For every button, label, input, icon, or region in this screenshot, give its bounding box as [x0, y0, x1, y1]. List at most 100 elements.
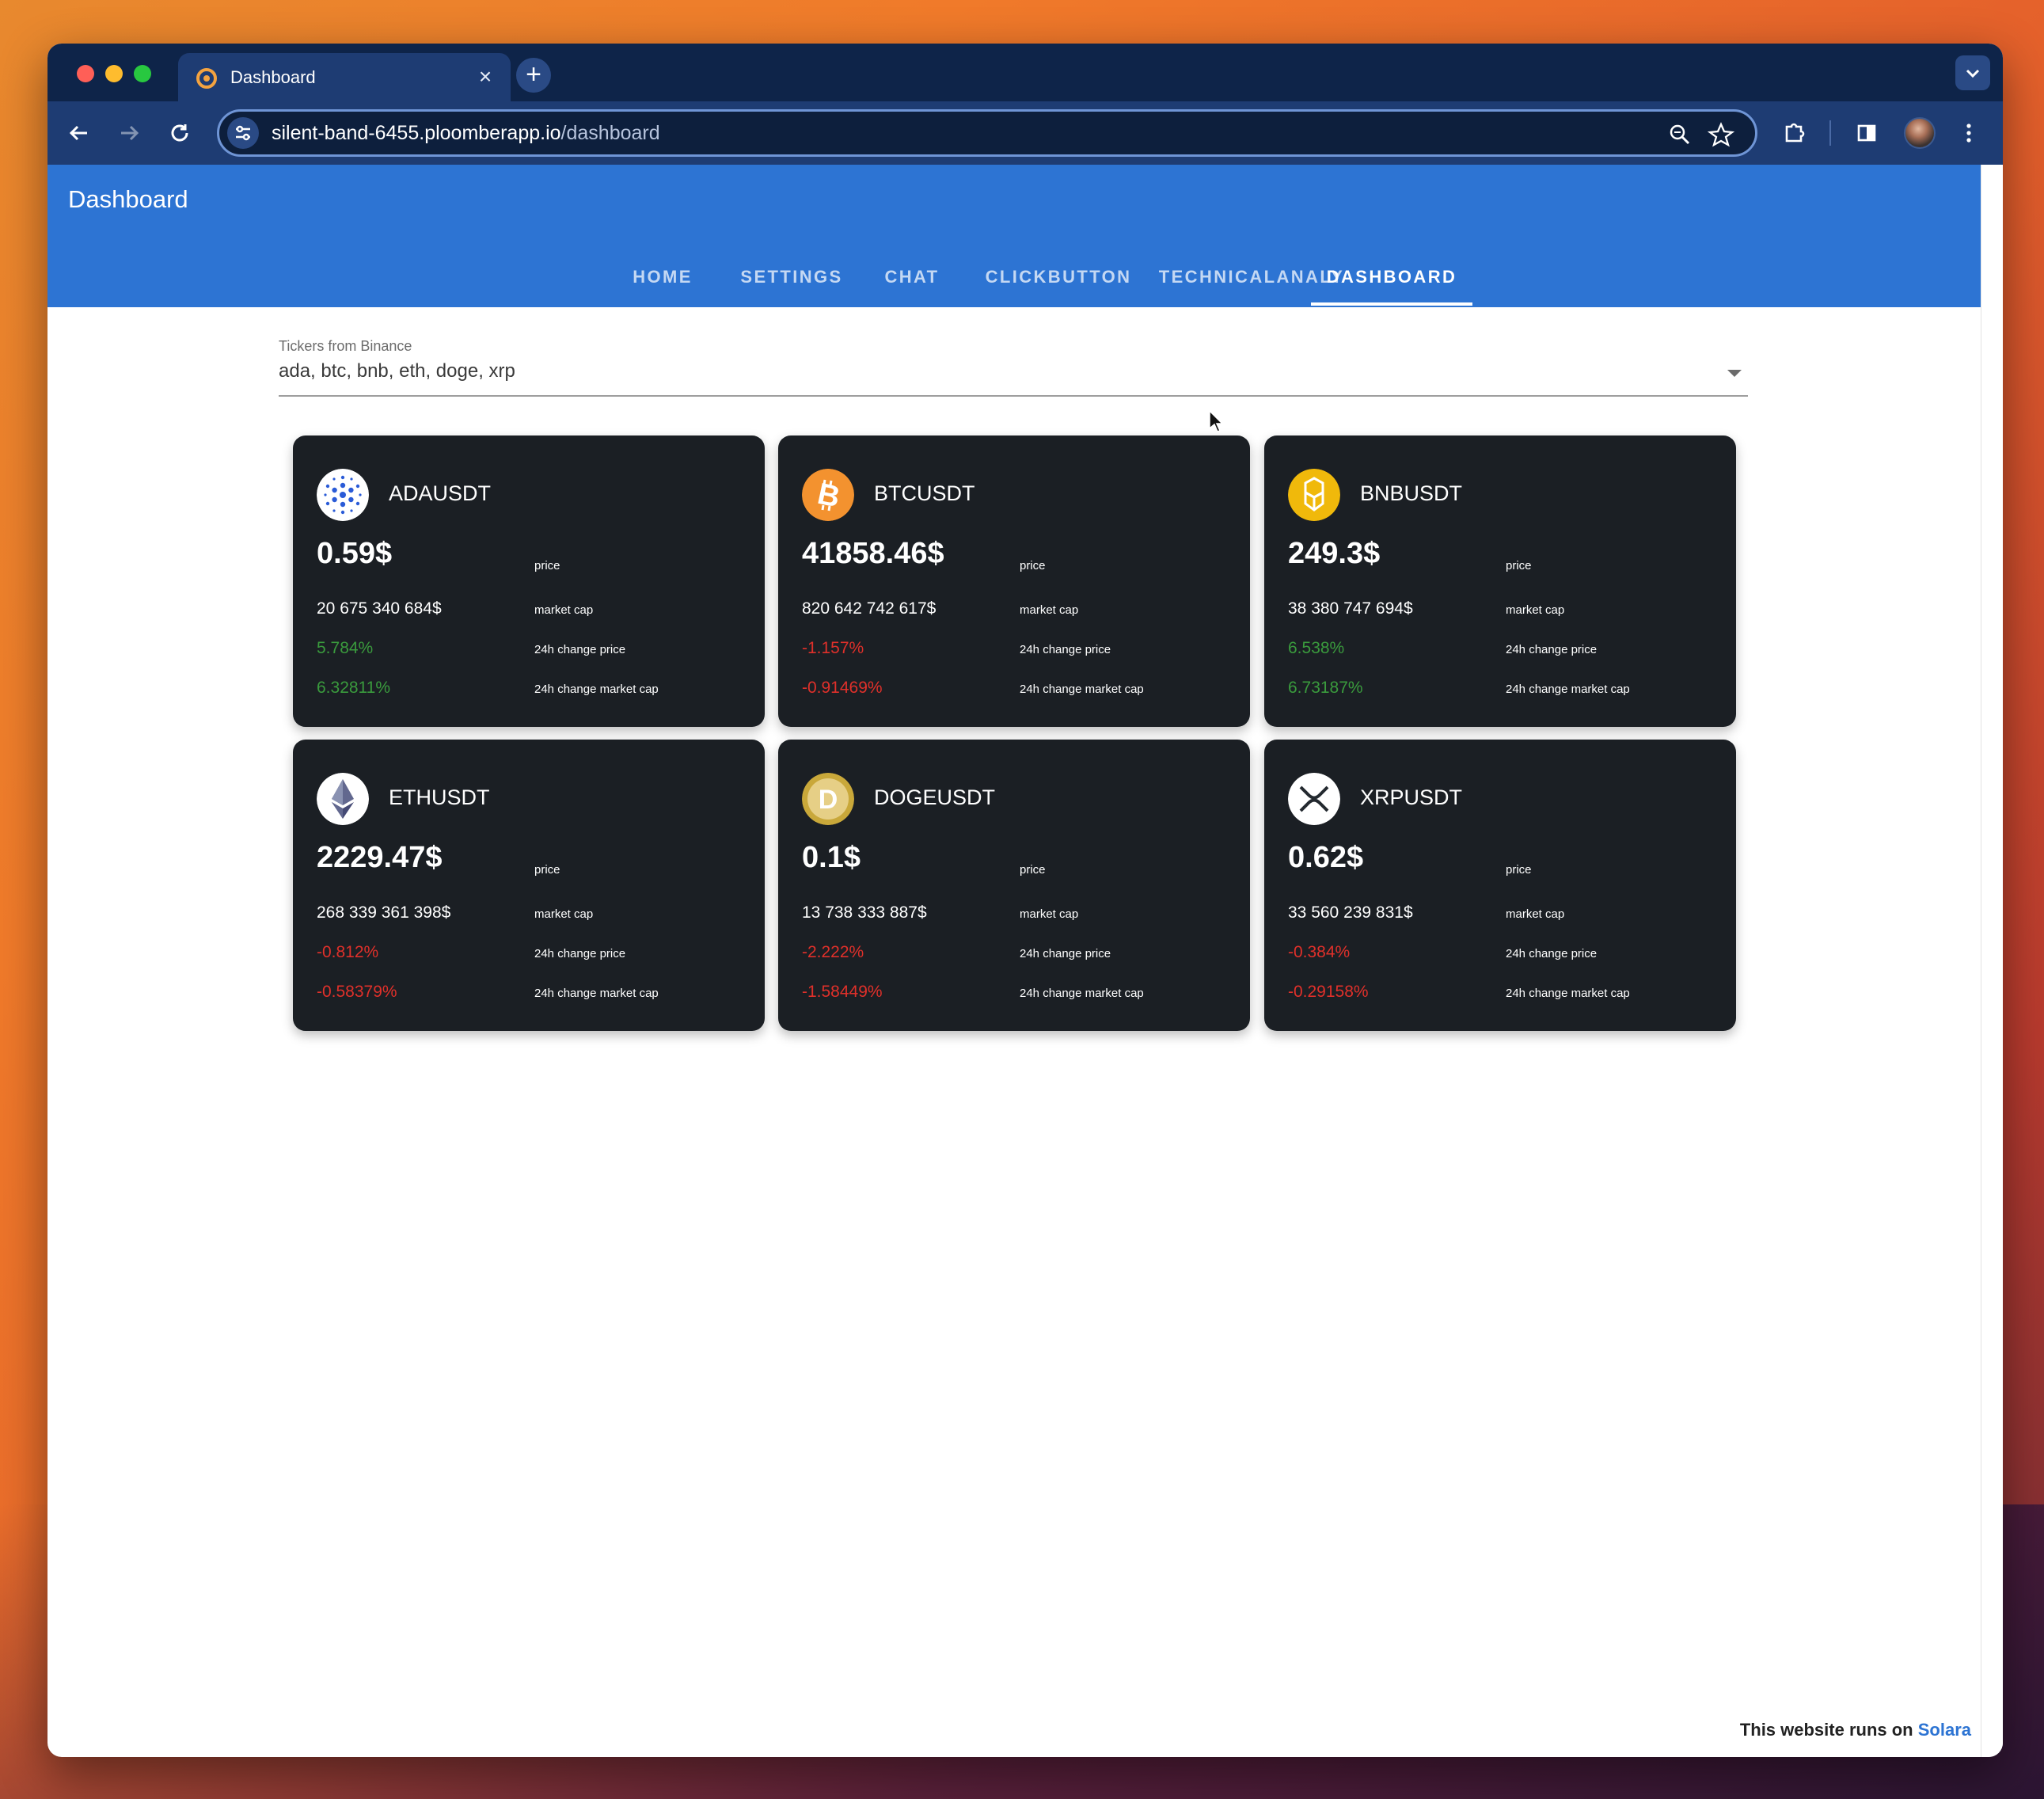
back-arrow-icon[interactable] — [62, 116, 97, 150]
address-bar[interactable]: silent-band-6455.ploomberapp.io/dashboar… — [217, 109, 1757, 157]
change-market-cap-label: 24h change market cap — [534, 987, 659, 1000]
change-price-label: 24h change price — [1020, 643, 1111, 656]
change-market-cap-value: -1.58449% — [802, 983, 883, 1001]
price-label: price — [1506, 559, 1532, 572]
change-price-label: 24h change price — [1020, 947, 1111, 960]
ticker-card-eth: ETHUSDT 2229.47$ price 268 339 361 398$ … — [293, 740, 765, 1031]
profile-avatar[interactable] — [1904, 117, 1936, 149]
url-text: silent-band-6455.ploomberapp.io/dashboar… — [272, 122, 660, 145]
change-market-cap-value: -0.58379% — [317, 983, 397, 1001]
change-market-cap-value: 6.32811% — [317, 679, 391, 697]
bookmark-star-icon[interactable] — [1708, 121, 1734, 148]
change-price-value: 6.538% — [1288, 639, 1345, 657]
close-window-button[interactable] — [77, 65, 94, 82]
change-price-value: -1.157% — [802, 639, 864, 657]
toolbar-divider — [1829, 120, 1831, 146]
tab-strip: Dashboard × + — [47, 44, 2003, 101]
market-cap-value: 820 642 742 617$ — [802, 599, 937, 618]
browser-toolbar: silent-band-6455.ploomberapp.io/dashboar… — [47, 101, 2003, 165]
price-value: 0.59$ — [317, 537, 393, 570]
change-price-value: -0.812% — [317, 943, 379, 961]
change-market-cap-label: 24h change market cap — [1020, 987, 1144, 1000]
minimize-window-button[interactable] — [105, 65, 123, 82]
change-market-cap-label: 24h change market cap — [1506, 987, 1630, 1000]
tab-chat[interactable]: CHAT — [845, 258, 978, 307]
app-title: Dashboard — [68, 185, 188, 213]
change-market-cap-label: 24h change market cap — [1506, 683, 1630, 696]
app-header: Dashboard HOME SETTINGS CHAT CLICKBUTTON… — [47, 165, 1981, 307]
change-price-label: 24h change price — [1506, 643, 1598, 656]
tab-close-icon[interactable]: × — [473, 64, 498, 89]
forward-arrow-icon[interactable] — [112, 116, 146, 150]
ticker-card-doge: D DOGEUSDT 0.1$ price 13 738 333 887$ ma… — [778, 740, 1250, 1031]
dogecoin-icon: D — [802, 773, 854, 825]
price-value: 41858.46$ — [802, 537, 944, 570]
active-tab-indicator — [1311, 302, 1472, 306]
price-label: price — [534, 559, 560, 572]
ethereum-icon — [317, 773, 369, 825]
change-market-cap-value: -0.29158% — [1288, 983, 1369, 1001]
market-cap-label: market cap — [1506, 603, 1565, 617]
market-cap-label: market cap — [534, 603, 594, 617]
reload-icon[interactable] — [162, 116, 197, 150]
solara-link[interactable]: Solara — [1918, 1720, 1971, 1740]
ticker-select-label: Tickers from Binance — [279, 338, 412, 354]
market-cap-label: market cap — [534, 907, 594, 921]
tab-dashboard[interactable]: DASHBOARD — [1311, 258, 1472, 307]
bitcoin-icon: B — [802, 469, 854, 521]
new-tab-button[interactable]: + — [516, 58, 551, 93]
extensions-puzzle-icon[interactable] — [1777, 116, 1812, 150]
url-host: silent-band-6455.ploomberapp.io — [272, 122, 561, 144]
ticker-symbol: XRPUSDT — [1360, 785, 1463, 809]
tab-clickbutton[interactable]: CLICKBUTTON — [971, 258, 1146, 307]
ticker-card-xrp: XRPUSDT 0.62$ price 33 560 239 831$ mark… — [1264, 740, 1736, 1031]
market-cap-label: market cap — [1020, 907, 1079, 921]
change-price-label: 24h change price — [534, 643, 626, 656]
change-price-value: 5.784% — [317, 639, 374, 657]
xrp-icon — [1288, 773, 1340, 825]
price-value: 0.62$ — [1288, 841, 1364, 874]
market-cap-label: market cap — [1506, 907, 1565, 921]
ticker-select-value: ada, btc, bnb, eth, doge, xrp — [279, 360, 515, 382]
browser-tab-active[interactable]: Dashboard × — [178, 53, 511, 101]
site-info-button[interactable] — [227, 117, 259, 149]
market-cap-value: 20 675 340 684$ — [317, 599, 442, 618]
solara-favicon-icon — [196, 68, 217, 89]
nav-tabs: HOME SETTINGS CHAT CLICKBUTTON TECHNICAL… — [47, 258, 1981, 307]
market-cap-value: 13 738 333 887$ — [802, 903, 927, 922]
url-path: /dashboard — [560, 122, 660, 144]
footer-text: This website runs on — [1739, 1720, 1918, 1740]
ticker-card-btc: B BTCUSDT 41858.46$ price 820 642 742 61… — [778, 435, 1250, 727]
maximize-window-button[interactable] — [134, 65, 151, 82]
more-menu-icon[interactable] — [1951, 116, 1986, 150]
ticker-card-bnb: BNBUSDT 249.3$ price 38 380 747 694$ mar… — [1264, 435, 1736, 727]
page-scrollbar[interactable] — [1981, 165, 2003, 1757]
price-label: price — [534, 863, 560, 877]
market-cap-label: market cap — [1020, 603, 1079, 617]
price-value: 249.3$ — [1288, 537, 1381, 570]
dropdown-caret-icon[interactable] — [1727, 370, 1742, 377]
ticker-symbol: BNBUSDT — [1360, 481, 1463, 505]
ticker-symbol: DOGEUSDT — [874, 785, 996, 809]
market-cap-value: 268 339 361 398$ — [317, 903, 451, 922]
price-label: price — [1020, 559, 1046, 572]
ticker-symbol: BTCUSDT — [874, 481, 975, 505]
footer: This website runs on Solara — [1740, 1720, 1971, 1740]
svg-text:D: D — [819, 785, 838, 815]
change-market-cap-value: -0.91469% — [802, 679, 883, 697]
browser-window: Dashboard × + silent-band-6455.ploombera… — [47, 44, 2003, 1757]
change-market-cap-value: 6.73187% — [1288, 679, 1363, 697]
side-panel-icon[interactable] — [1849, 116, 1884, 150]
price-value: 0.1$ — [802, 841, 861, 874]
price-value: 2229.47$ — [317, 841, 443, 874]
zoom-icon[interactable] — [1666, 121, 1693, 148]
tab-search-button[interactable] — [1955, 55, 1990, 90]
ticker-multiselect[interactable]: Tickers from Binance ada, btc, bnb, eth,… — [279, 338, 1748, 397]
price-label: price — [1020, 863, 1046, 877]
tune-icon — [236, 125, 250, 141]
market-cap-value: 38 380 747 694$ — [1288, 599, 1413, 618]
chevron-down-icon — [1966, 69, 1980, 78]
bnb-icon — [1288, 469, 1340, 521]
tab-title: Dashboard — [230, 67, 316, 87]
price-label: price — [1506, 863, 1532, 877]
